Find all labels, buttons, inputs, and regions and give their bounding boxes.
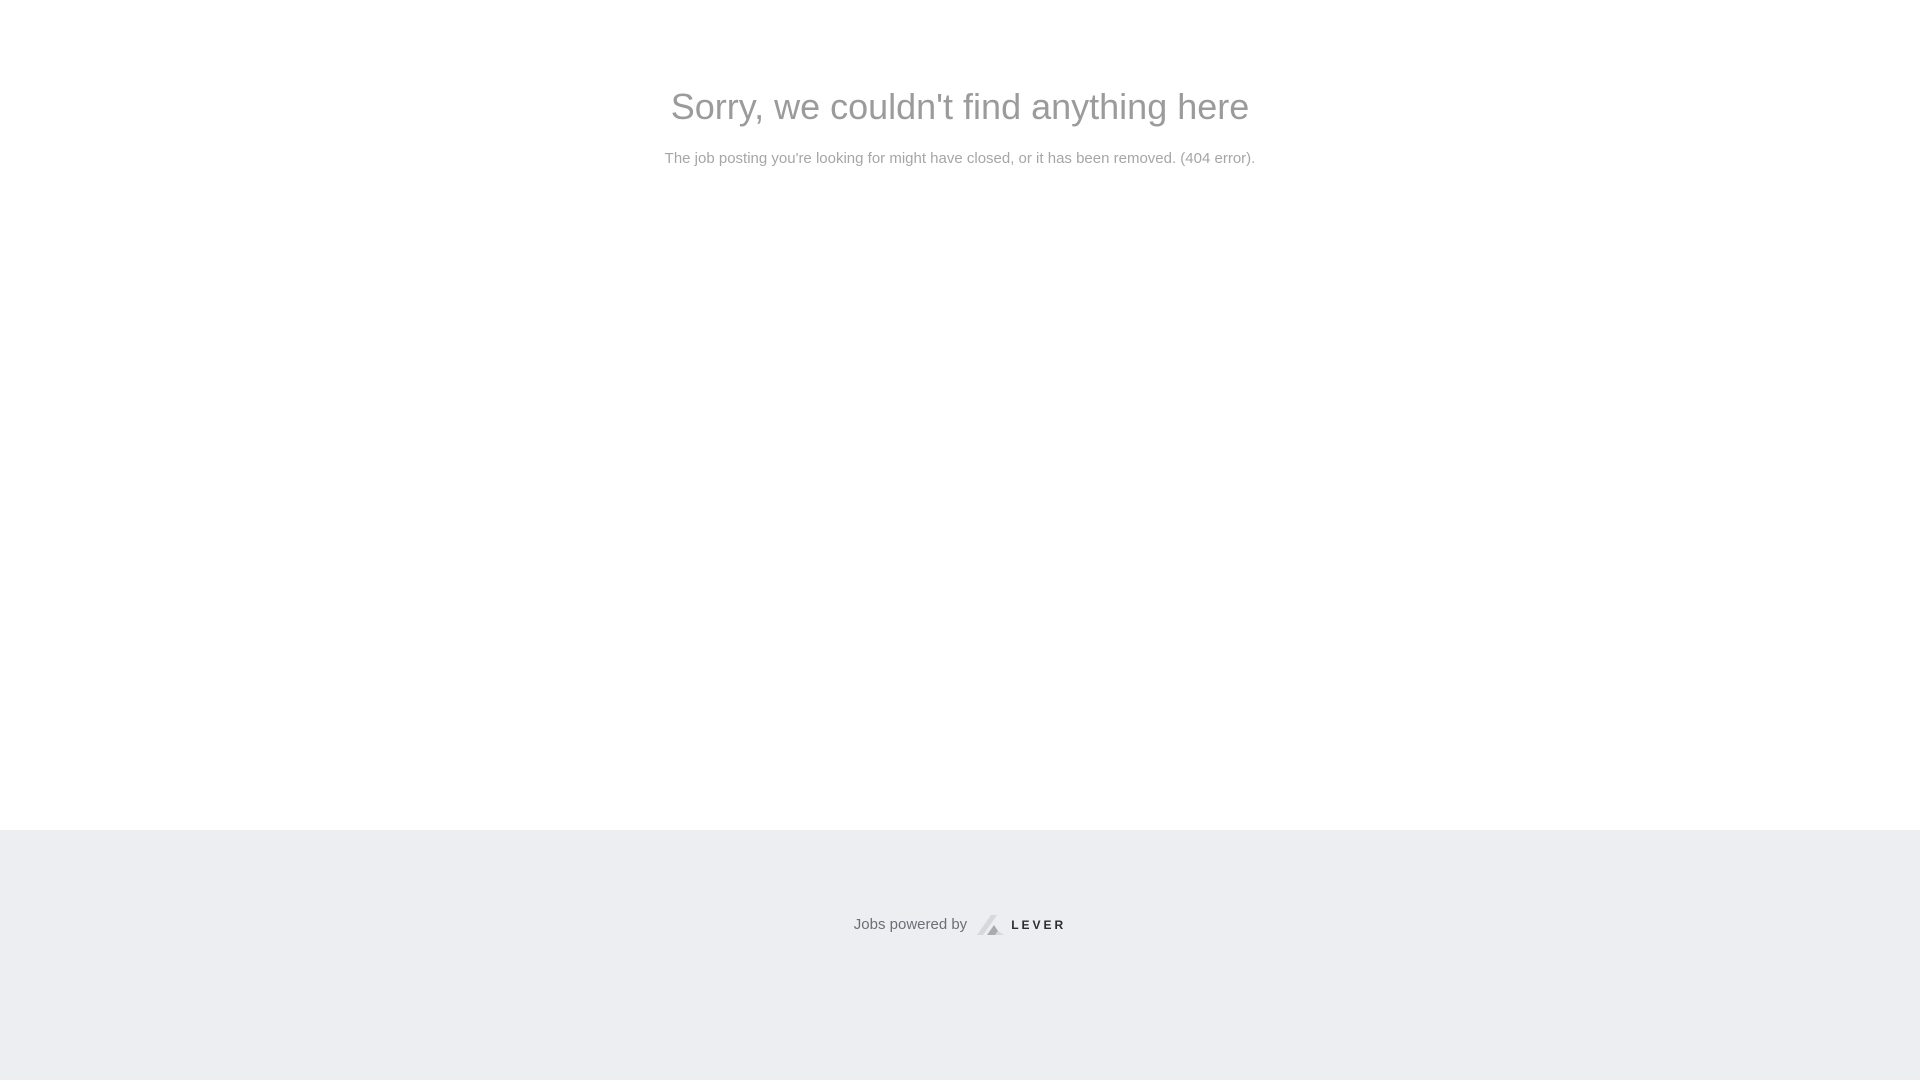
footer [0,830,1920,1080]
main-content: Sorry, we couldn't find anything here Th… [0,0,1920,830]
page: Sorry, we couldn't find anything here Th… [0,0,1920,1080]
error-title: Sorry, we couldn't find anything here [670,86,1250,127]
lever-wordmark: LEVER [1011,918,1067,932]
lever-logo-link[interactable]: LEVER [977,913,1066,937]
powered-by-label: Jobs powered by [853,916,968,933]
powered-by: Jobs powered by LEVER [0,911,1920,939]
lever-logo-icon [977,915,1005,935]
error-subtitle: The job posting you're looking for might… [664,150,1256,167]
